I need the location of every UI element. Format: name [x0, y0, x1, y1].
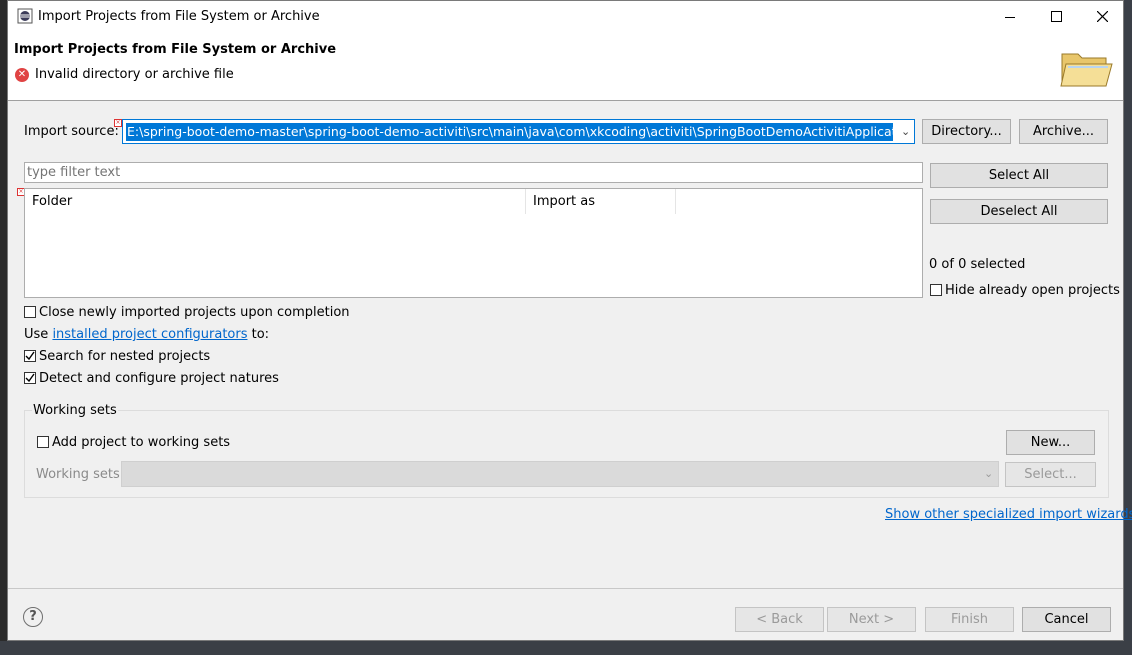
eclipse-app-icon	[17, 8, 33, 24]
error-icon: ✕	[15, 68, 29, 82]
maximize-button[interactable]	[1033, 1, 1079, 32]
chevron-down-icon: ⌄	[984, 467, 994, 480]
import-source-label: Import source:	[24, 124, 119, 139]
selection-count: 0 of 0 selected	[929, 257, 1026, 272]
archive-button[interactable]: Archive...	[1019, 119, 1108, 144]
close-window-button[interactable]	[1079, 1, 1125, 32]
back-button[interactable]: < Back	[735, 607, 824, 632]
checkmark-icon	[25, 373, 35, 383]
add-working-sets-checkbox[interactable]	[37, 436, 49, 448]
nested-projects-checkbox[interactable]	[24, 350, 36, 362]
hide-open-label[interactable]: Hide already open projects	[945, 283, 1120, 298]
working-sets-label: Working sets:	[36, 467, 125, 482]
minimize-button[interactable]	[987, 1, 1033, 32]
configurators-link[interactable]: installed project configurators	[52, 327, 247, 342]
window-title: Import Projects from File System or Arch…	[38, 9, 320, 24]
help-icon[interactable]: ?	[23, 607, 43, 627]
finish-button[interactable]: Finish	[925, 607, 1014, 632]
close-imported-label[interactable]: Close newly imported projects upon compl…	[39, 305, 350, 320]
nested-projects-label[interactable]: Search for nested projects	[39, 349, 210, 364]
deselect-all-button[interactable]: Deselect All	[930, 199, 1108, 224]
column-header-import-as[interactable]: Import as	[526, 189, 676, 214]
working-sets-combo[interactable]: ⌄	[121, 461, 999, 487]
error-message: Invalid directory or archive file	[35, 67, 234, 82]
minimize-icon	[1005, 16, 1015, 18]
detect-natures-checkbox[interactable]	[24, 372, 36, 384]
title-bar: Import Projects from File System or Arch…	[8, 1, 1123, 32]
other-wizards-link[interactable]: Show other specialized import wizards	[885, 507, 1132, 522]
footer-separator	[8, 588, 1123, 589]
use-suffix: to:	[251, 327, 270, 342]
import-source-combo[interactable]: E:\spring-boot-demo-master\spring-boot-d…	[122, 119, 915, 144]
use-prefix: Use	[24, 327, 49, 342]
projects-table[interactable]: Folder Import as	[24, 188, 923, 298]
folder-banner-icon	[1060, 53, 1113, 87]
select-all-button[interactable]: Select All	[930, 163, 1108, 188]
taskbar-strip	[0, 641, 1132, 655]
detect-natures-label[interactable]: Detect and configure project natures	[39, 371, 279, 386]
chevron-down-icon[interactable]: ⌄	[901, 125, 910, 138]
close-icon	[1096, 11, 1108, 22]
dialog-title: Import Projects from File System or Arch…	[14, 42, 337, 57]
select-working-sets-button[interactable]: Select...	[1005, 462, 1096, 487]
column-header-folder[interactable]: Folder	[25, 189, 526, 214]
close-imported-checkbox[interactable]	[24, 306, 36, 318]
configurators-line: Use installed project configurators to:	[24, 327, 269, 342]
dialog-window: Import Projects from File System or Arch…	[7, 0, 1132, 641]
directory-button[interactable]: Directory...	[922, 119, 1011, 144]
maximize-icon	[1050, 11, 1062, 22]
next-button[interactable]: Next >	[827, 607, 916, 632]
checkmark-icon	[25, 351, 35, 361]
hide-open-checkbox[interactable]	[930, 284, 942, 296]
cancel-button[interactable]: Cancel	[1022, 607, 1111, 632]
import-source-value[interactable]: E:\spring-boot-demo-master\spring-boot-d…	[126, 123, 893, 141]
new-working-set-button[interactable]: New...	[1006, 430, 1095, 455]
field-error-marker-icon: ×	[114, 119, 122, 127]
wizard-header: Import Projects from File System or Arch…	[8, 32, 1123, 101]
desktop-background	[1124, 0, 1132, 655]
filter-input[interactable]	[24, 162, 923, 183]
working-sets-group-label: Working sets	[32, 403, 118, 418]
add-working-sets-label[interactable]: Add project to working sets	[52, 435, 230, 450]
